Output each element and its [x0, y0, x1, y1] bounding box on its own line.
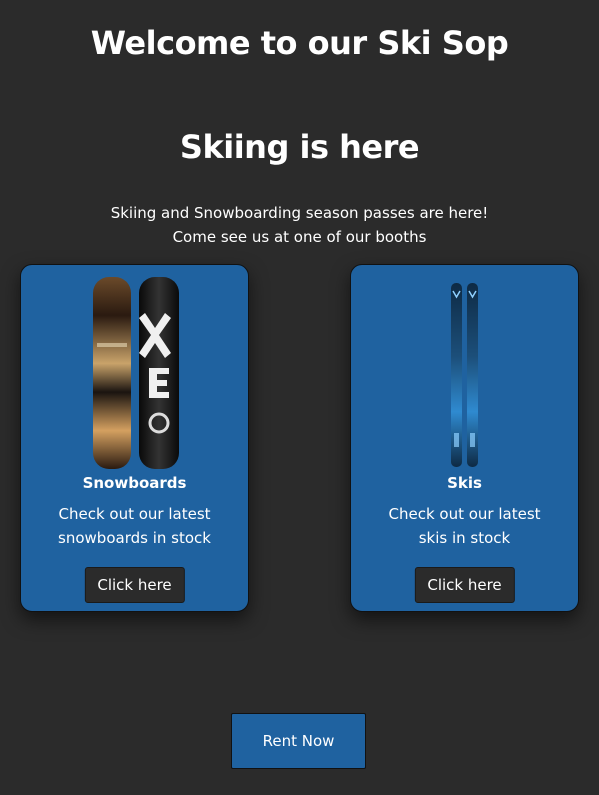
hero-text-line-1: Skiing and Snowboarding season passes ar…: [110, 204, 489, 222]
snowboards-card: Snowboards Check out our latest snowboar…: [20, 264, 249, 612]
skis-illustration: [450, 283, 478, 467]
snowboards-description: Check out our latest snowboards in stock: [21, 502, 248, 550]
skis-card: Skis Check out our latest skis in stock …: [350, 264, 579, 612]
hero-heading: Skiing is here: [179, 128, 420, 166]
site-title: Welcome to our Ski Sop: [90, 24, 509, 62]
snowboards-description-line-2: snowboards in stock: [58, 529, 211, 547]
skis-description-line-2: skis in stock: [418, 529, 511, 547]
rent-now-button[interactable]: Rent Now: [231, 713, 366, 769]
skis-description: Check out our latest skis in stock: [351, 502, 578, 550]
snowboards-image: [21, 273, 248, 473]
skis-click-here-button[interactable]: Click here: [414, 567, 515, 603]
page: Welcome to our Ski Sop Skiing is here Sk…: [0, 0, 599, 795]
skis-title: Skis: [447, 474, 482, 492]
skis-image: [351, 273, 578, 473]
hero-text-line-2: Come see us at one of our booths: [172, 228, 427, 246]
hero-text: Skiing and Snowboarding season passes ar…: [0, 201, 599, 249]
snowboards-title: Snowboards: [82, 474, 187, 492]
snowboards-description-line-1: Check out our latest: [58, 505, 211, 523]
skis-description-line-1: Check out our latest: [388, 505, 541, 523]
snowboards-click-here-button[interactable]: Click here: [84, 567, 185, 603]
snowboards-illustration: [92, 277, 179, 469]
